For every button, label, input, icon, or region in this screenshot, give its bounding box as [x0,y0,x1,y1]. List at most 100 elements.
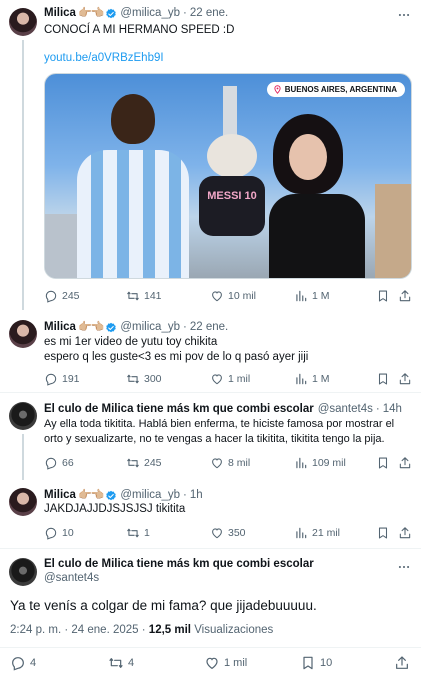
avatar[interactable] [9,320,37,348]
bookmark-button[interactable] [376,526,390,540]
author-handle[interactable]: @milica_yb [120,6,180,21]
reply-button[interactable]: 4 [10,655,36,671]
reply-button[interactable]: 245 [44,289,80,303]
tweet-media-image[interactable]: BUENOS AIRES, ARGENTINA MESSI 10 [44,73,412,279]
share-button[interactable] [398,372,412,386]
avatar[interactable] [9,402,37,430]
like-button[interactable]: 1 mil [210,372,250,386]
retweet-button[interactable]: 245 [126,456,162,470]
tweet-4[interactable]: Milica 👉🏼👈🏼 @milica_yb · 1h JAKDJAJJDJSJ… [0,480,421,548]
share-button[interactable] [394,655,410,671]
heart-icon [204,655,220,671]
author-name[interactable]: El culo de Milica tiene más km que combi… [44,402,314,417]
thread-line [22,40,24,310]
bookmark-icon [376,372,390,386]
more-options-icon[interactable] [397,8,411,22]
views-button[interactable]: 1 M [294,289,330,303]
author-name[interactable]: Milica [44,6,76,21]
tweet-header: Milica 👉🏼👈🏼 @milica_yb · 22 ene. [44,320,228,335]
like-button[interactable]: 10 mil [210,289,256,303]
share-button[interactable] [398,289,412,303]
like-count: 1 mil [224,657,248,669]
like-button[interactable]: 350 [210,526,246,540]
reply-count: 66 [62,457,74,469]
tweet-header: Milica 👉🏼👈🏼 @milica_yb · 1h [44,488,203,503]
tweet-3[interactable]: El culo de Milica tiene más km que combi… [0,392,421,480]
view-count: 12,5 mil [148,624,191,636]
tweet-meta: 2:24 p. m. · 24 ene. 2025 · 12,5 mil Vis… [10,624,273,636]
bookmark-button[interactable] [376,289,390,303]
retweet-button[interactable]: 141 [126,289,162,303]
tweet-2[interactable]: Milica 👉🏼👈🏼 @milica_yb · 22 ene. es mi 1… [0,310,421,388]
avatar[interactable] [9,558,37,586]
tweet-header: El culo de Milica tiene más km que combi… [44,557,314,572]
author-name[interactable]: Milica [44,488,76,503]
reply-button[interactable]: 191 [44,372,80,386]
tweet-actions: 245 141 10 mil 1 M [44,289,412,305]
tweet-full-date[interactable]: 24 ene. 2025 [71,624,138,636]
share-icon [398,526,412,540]
like-count: 10 mil [228,290,257,302]
heart-icon [210,289,224,303]
views-icon [294,526,308,540]
separator-dot: · [141,624,146,636]
tweet-date[interactable]: 1h [190,488,203,503]
like-button[interactable]: 8 mil [210,456,250,470]
views-button[interactable]: 1 M [294,372,330,386]
tweet-1[interactable]: Milica 👉🏼👈🏼 @milica_yb · 22 ene. CONOCÍ … [0,0,421,310]
retweet-icon [126,526,140,540]
heart-icon [210,526,224,540]
author-handle[interactable]: @santet4s [44,571,99,586]
view-count: 1 M [312,290,330,302]
avatar[interactable] [9,8,37,36]
tweet-link[interactable]: youtu.be/a0VRBzEhb9I [44,51,164,66]
divider [0,647,421,648]
bookmark-button[interactable]: 10 [300,655,332,671]
tweet-date[interactable]: 14h [383,402,402,417]
share-button[interactable] [398,456,412,470]
more-options-icon[interactable] [397,560,411,574]
share-icon [394,655,410,671]
views-icon [294,289,308,303]
location-badge: BUENOS AIRES, ARGENTINA [266,82,405,97]
author-name[interactable]: El culo de Milica tiene más km que combi… [44,557,314,572]
reply-icon [44,289,58,303]
main-tweet-text: Ya te venís a colgar de mi fama? que jij… [10,598,317,613]
avatar[interactable] [9,488,37,516]
author-handle[interactable]: @milica_yb [120,320,180,335]
views-button[interactable]: 21 mil [294,526,340,540]
share-icon [398,289,412,303]
author-name[interactable]: Milica [44,320,76,335]
tweet-handle-row: @santet4s [44,571,99,586]
tweet-date[interactable]: 22 ene. [190,320,228,335]
thread-line [22,434,24,480]
tweet-actions: 66 245 8 mil 109 mil [44,456,412,472]
reply-button[interactable]: 10 [44,526,74,540]
reply-icon [44,456,58,470]
retweet-button[interactable]: 300 [126,372,162,386]
reply-count: 245 [62,290,80,302]
verified-badge-icon [105,8,117,20]
retweet-button[interactable]: 4 [108,655,134,671]
views-button[interactable]: 109 mil [294,456,346,470]
view-count: 21 mil [312,527,341,539]
hand-emoji: 👉🏼👈🏼 [77,489,104,501]
bookmark-icon [376,526,390,540]
tweet-date[interactable]: 22 ene. [190,6,228,21]
bookmark-button[interactable] [376,372,390,386]
bookmark-button[interactable] [376,456,390,470]
bookmark-icon [376,289,390,303]
bookmark-count: 10 [320,657,333,669]
author-handle[interactable]: @milica_yb [120,488,180,503]
view-count: 1 M [312,373,330,385]
like-button[interactable]: 1 mil [204,655,247,671]
person-in-jersey [77,94,189,278]
reply-button[interactable]: 66 [44,456,74,470]
author-handle[interactable]: @santet4s [318,402,373,417]
tweet-time[interactable]: 2:24 p. m. [10,624,61,636]
share-button[interactable] [398,526,412,540]
retweet-count: 141 [144,290,162,302]
retweet-icon [126,372,140,386]
main-tweet-actions: 4 4 1 mil 10 [0,655,421,673]
retweet-button[interactable]: 1 [126,526,150,540]
